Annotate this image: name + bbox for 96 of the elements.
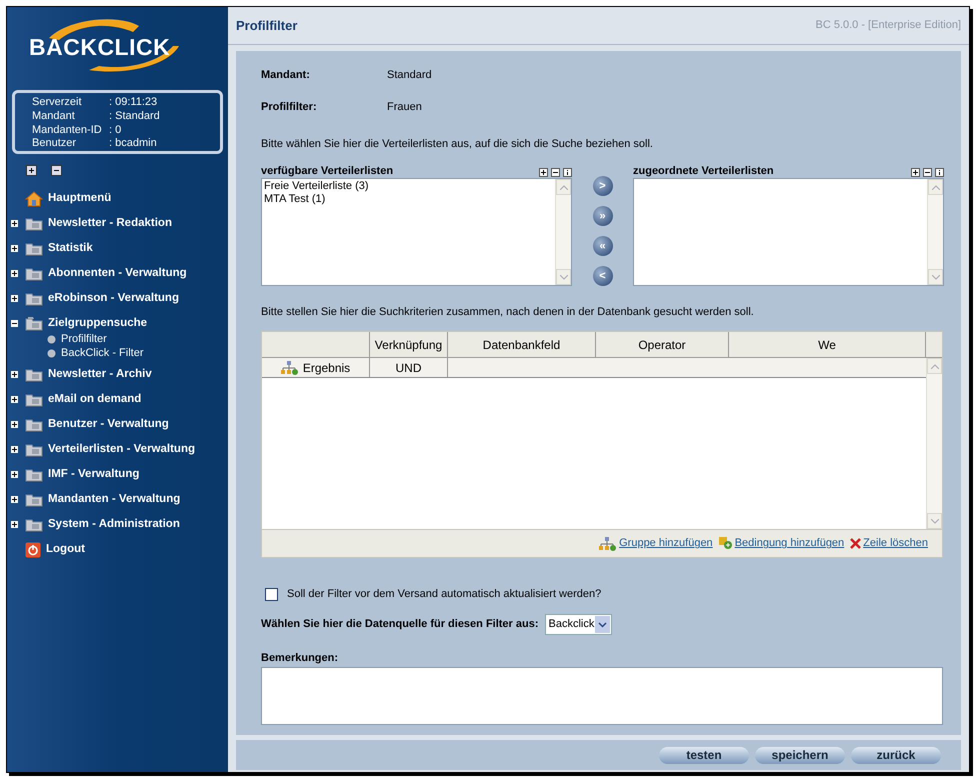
- folder-icon: [25, 492, 43, 507]
- menu-item[interactable]: eRobinson - Verwaltung: [48, 290, 179, 308]
- source-dropdown[interactable]: Backclick: [544, 614, 612, 634]
- table-cell-text: Ergebnis: [302, 360, 350, 376]
- list-title: verfügbare Verteilerlisten: [261, 166, 394, 177]
- info-icon[interactable]: [935, 168, 944, 177]
- action-button[interactable]: speichern: [755, 746, 845, 764]
- menu-item[interactable]: Mandanten - Verwaltung: [48, 490, 180, 508]
- menu-item[interactable]: Hauptmenü: [48, 190, 112, 208]
- menu-item[interactable]: Benutzer - Verwaltung: [48, 416, 169, 434]
- list-box[interactable]: Freie Verteilerliste (3) MTA Test (1): [261, 178, 572, 286]
- action-button[interactable]: zurück: [851, 746, 941, 764]
- list-title: zugeordnete Verteilerlisten: [633, 166, 774, 177]
- column-header[interactable]: Operator: [596, 332, 729, 357]
- info-label: Benutzer: [32, 137, 78, 151]
- expand-icon[interactable]: [11, 270, 18, 277]
- expand-icon[interactable]: [11, 245, 18, 252]
- menu-item[interactable]: Statistik: [48, 240, 93, 258]
- folder-icon: [25, 417, 43, 432]
- expand-icon[interactable]: [11, 446, 18, 453]
- bullet-icon: [47, 334, 56, 344]
- expand-icon[interactable]: [11, 421, 18, 428]
- info-label: Mandanten-ID: [32, 124, 103, 138]
- folder-icon: [25, 216, 43, 231]
- menu-item[interactable]: eMail on demand: [48, 390, 142, 408]
- minus-icon[interactable]: [551, 168, 560, 177]
- action-link[interactable]: Gruppe hinzufügen: [619, 535, 713, 552]
- menu-item[interactable]: System - Administration: [48, 516, 180, 534]
- collapse-icon[interactable]: [11, 320, 18, 327]
- field-label: Mandant:: [261, 68, 311, 82]
- expand-icon[interactable]: [11, 496, 18, 503]
- folder-icon: [25, 291, 43, 306]
- expand-icon[interactable]: [11, 521, 18, 528]
- collapse-all-icon[interactable]: [51, 165, 62, 176]
- chevron-down-icon[interactable]: [594, 616, 610, 632]
- action-link[interactable]: Bedingung hinzufügen: [734, 535, 844, 552]
- source-label: Wählen Sie hier die Datenquelle für diesen Filter aus:: [261, 616, 539, 632]
- folder-icon: [25, 467, 43, 482]
- hint-text: Bitte stellen Sie hier die Suchkriterien zusammen, nach denen in der Datenbank gesucht werden soll.: [261, 305, 755, 319]
- expand-icon[interactable]: [11, 220, 18, 227]
- folder-icon: [25, 442, 43, 457]
- hierarchy-icon: [599, 536, 618, 550]
- folder-icon: [25, 517, 43, 532]
- expand-all-icon[interactable]: [26, 165, 37, 176]
- table-cell: UND: [370, 358, 448, 377]
- menu-item[interactable]: Verteilerlisten - Verwaltung: [48, 440, 195, 458]
- delete-icon: [850, 538, 862, 549]
- checkbox-label: Soll der Filter vor dem Versand automatisch aktualisiert werden?: [287, 587, 602, 602]
- info-icon[interactable]: [563, 168, 572, 177]
- menu-item[interactable]: IMF - Verwaltung: [48, 466, 140, 484]
- menu-item[interactable]: Logout: [46, 540, 85, 558]
- expand-icon[interactable]: [11, 295, 18, 302]
- checkbox[interactable]: [265, 588, 278, 601]
- remarks-field[interactable]: [261, 667, 943, 725]
- hint-text: Bitte wählen Sie hier die Verteilerlisten aus, auf die sich die Suche beziehen soll.: [261, 137, 654, 151]
- field-value: Standard: [387, 68, 433, 82]
- hierarchy-icon: [280, 360, 299, 374]
- field-label: Profilfilter:: [261, 100, 318, 114]
- minus-icon[interactable]: [923, 168, 932, 177]
- expand-icon[interactable]: [11, 371, 18, 378]
- menu-item[interactable]: Abonnenten - Verwaltung: [48, 264, 187, 282]
- info-value: : bcadmin: [109, 137, 158, 151]
- power-icon: [25, 542, 41, 558]
- column-header[interactable]: Verknüpfung: [370, 332, 448, 357]
- menu-item[interactable]: Newsletter - Redaktion: [48, 214, 172, 232]
- plus-icon[interactable]: [911, 168, 920, 177]
- info-label: Serverzeit: [32, 96, 83, 110]
- info-label: Mandant: [32, 110, 76, 124]
- info-value: : 0: [109, 124, 122, 138]
- menu-item[interactable]: Newsletter - Archiv: [48, 366, 152, 384]
- add-condition-icon: [718, 537, 733, 550]
- info-value: : 09:11:23: [109, 96, 158, 110]
- version-label: BC 5.0.0 - [Enterprise Edition]: [815, 18, 961, 34]
- expand-icon[interactable]: [11, 471, 18, 478]
- folder-icon: [25, 367, 43, 382]
- page-title: Profilfilter: [236, 16, 298, 35]
- submenu-item[interactable]: BackClick - Filter: [61, 344, 144, 362]
- logo-text: BACKCLICK: [29, 36, 170, 58]
- folders-icon: [25, 316, 43, 331]
- remarks-label: Bemerkungen:: [261, 650, 340, 666]
- folder-icon: [25, 266, 43, 281]
- house-icon: [25, 190, 43, 206]
- expand-icon[interactable]: [11, 396, 18, 403]
- action-button[interactable]: testen: [659, 746, 749, 764]
- field-value: Frauen: [387, 100, 423, 114]
- action-link[interactable]: Zeile löschen: [863, 535, 928, 552]
- list-option[interactable]: MTA Test (1): [264, 193, 553, 206]
- bullet-icon: [47, 348, 56, 358]
- info-value: : Standard: [109, 110, 161, 124]
- plus-icon[interactable]: [539, 168, 548, 177]
- folder-icon: [25, 392, 43, 407]
- submenu-item[interactable]: Profilfilter: [61, 330, 107, 348]
- column-header[interactable]: Datenbankfeld: [448, 332, 596, 357]
- list-option[interactable]: Freie Verteilerliste (3): [264, 180, 553, 193]
- menu-item[interactable]: Zielgruppensuche: [48, 314, 148, 332]
- folder-icon: [25, 241, 43, 256]
